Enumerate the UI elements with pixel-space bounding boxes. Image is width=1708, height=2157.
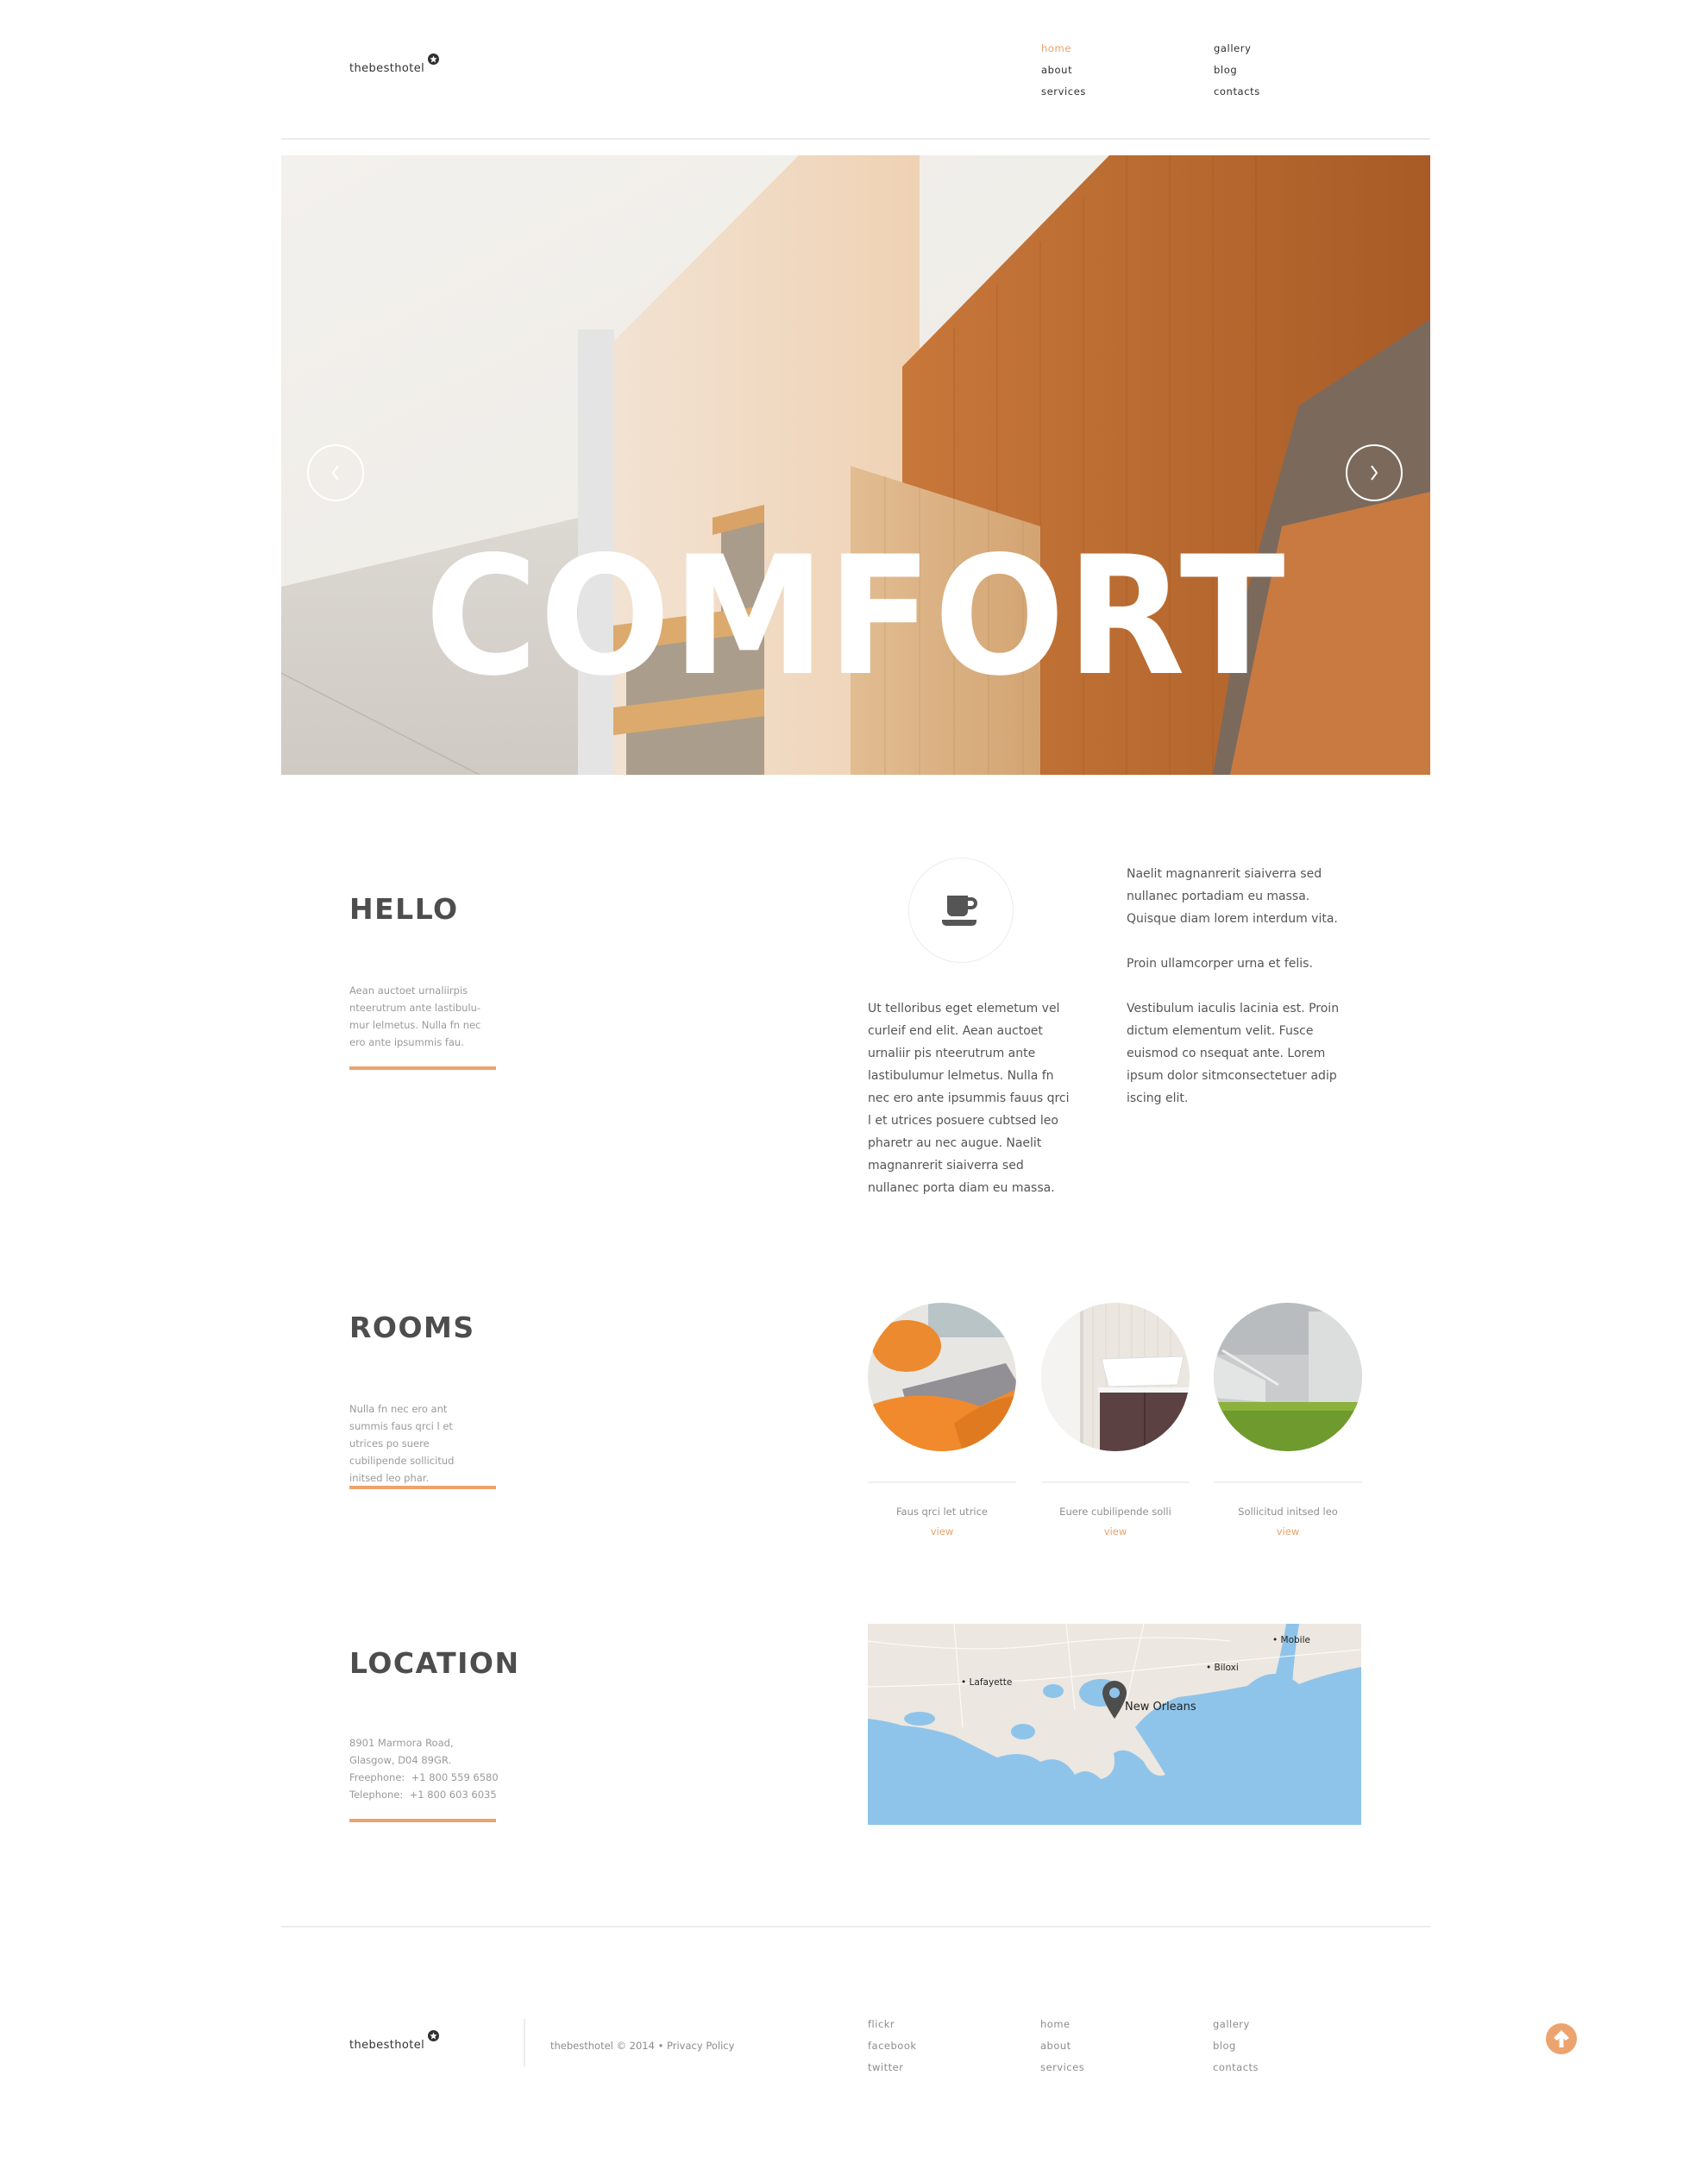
chevron-left-icon bbox=[331, 465, 339, 481]
location-map[interactable]: • Lafayette • Biloxi • Mobile New Orlean… bbox=[868, 1624, 1361, 1825]
room-view-link[interactable]: view bbox=[1214, 1525, 1362, 1538]
room-card: Sollicitud initsed leo view bbox=[1214, 1303, 1362, 1538]
room-divider bbox=[1041, 1481, 1190, 1483]
room-image-stairs[interactable] bbox=[1214, 1303, 1362, 1451]
room-divider bbox=[1214, 1481, 1362, 1483]
copyright-text: thebesthotel © 2014 • bbox=[550, 2040, 668, 2052]
footer-divider bbox=[281, 1926, 1430, 1927]
rooms-accent-bar bbox=[349, 1486, 496, 1489]
chevron-right-icon bbox=[1371, 465, 1378, 481]
nav-home[interactable]: home bbox=[1041, 42, 1071, 54]
coffee-cup-icon bbox=[942, 896, 977, 926]
site-logo[interactable]: thebesthotel bbox=[349, 53, 440, 75]
nav-services[interactable]: services bbox=[1041, 85, 1086, 97]
address-block: 8901 Marmora Road, Glasgow, D04 89GR. Fr… bbox=[349, 1734, 539, 1803]
footer-nav-gallery[interactable]: gallery bbox=[1213, 2018, 1250, 2030]
nav-blog[interactable]: blog bbox=[1214, 64, 1237, 76]
room-image-bathroom[interactable] bbox=[1041, 1303, 1190, 1451]
footer-nav-services[interactable]: services bbox=[1040, 2061, 1084, 2073]
room-card: Faus qrci let utrice view bbox=[868, 1303, 1016, 1538]
footer-vertical-divider bbox=[524, 2019, 525, 2066]
map-marker-label: New Orleans bbox=[1125, 1701, 1196, 1714]
footer-nav-blog[interactable]: blog bbox=[1213, 2040, 1236, 2052]
footer-nav-home[interactable]: home bbox=[1040, 2018, 1071, 2030]
room-divider bbox=[868, 1481, 1016, 1483]
map-city-label: • Mobile bbox=[1272, 1635, 1310, 1645]
location-accent-bar bbox=[349, 1819, 496, 1822]
hero-title: COMFORT bbox=[424, 521, 1287, 712]
room-card: Euere cubilipende solli view bbox=[1041, 1303, 1190, 1538]
coffee-icon-circle bbox=[908, 858, 1014, 963]
arrow-up-icon bbox=[1554, 2030, 1569, 2047]
hello-title: HELLO bbox=[349, 892, 459, 926]
nav-about[interactable]: about bbox=[1041, 64, 1072, 76]
footer-link-twitter[interactable]: twitter bbox=[868, 2061, 903, 2073]
room-caption: Faus qrci let utrice bbox=[895, 1506, 989, 1518]
map-city-label: • Lafayette bbox=[961, 1677, 1013, 1688]
room-view-link[interactable]: view bbox=[1041, 1525, 1190, 1538]
nav-gallery[interactable]: gallery bbox=[1214, 42, 1252, 54]
map-city-label: • Biloxi bbox=[1206, 1663, 1239, 1673]
hero-slider: COMFORT bbox=[281, 155, 1430, 775]
hello-column-2-para: Naelit magnanrerit siaiverra sed nullane… bbox=[1127, 867, 1338, 926]
hello-column-2: Naelit magnanrerit siaiverra sed nullane… bbox=[1127, 863, 1359, 1132]
map-pin-icon[interactable] bbox=[1102, 1681, 1127, 1719]
footer-nav-contacts[interactable]: contacts bbox=[1213, 2061, 1259, 2073]
nav-contacts[interactable]: contacts bbox=[1214, 85, 1260, 97]
logo-text: thebesthotel bbox=[349, 62, 425, 75]
footer-link-facebook[interactable]: facebook bbox=[868, 2040, 917, 2052]
hello-intro: Aean auctoet urnaliirpis nteerutrum ante… bbox=[349, 984, 481, 1048]
footer-nav-about[interactable]: about bbox=[1040, 2040, 1071, 2052]
star-badge-icon bbox=[428, 53, 440, 65]
location-title: LOCATION bbox=[349, 1646, 520, 1680]
footer-logo-text: thebesthotel bbox=[349, 2039, 425, 2052]
hello-column-2-para: Proin ullamcorper urna et felis. bbox=[1127, 957, 1313, 971]
room-view-link[interactable]: view bbox=[868, 1525, 1016, 1538]
rooms-title: ROOMS bbox=[349, 1311, 475, 1344]
address-line-2: Glasgow, D04 89GR. bbox=[349, 1754, 452, 1766]
star-badge-icon bbox=[428, 2030, 440, 2041]
copyright: thebesthotel © 2014 • Privacy Policy bbox=[550, 2040, 734, 2052]
telephone-label: Telephone: bbox=[349, 1789, 404, 1801]
hello-column-2-para: Vestibulum iaculis lacinia est. Proin di… bbox=[1127, 1002, 1340, 1105]
slider-prev-button[interactable] bbox=[307, 444, 364, 501]
hello-column-1: Ut telloribus eget elemetum vel curleif … bbox=[868, 1002, 1070, 1195]
freephone-number[interactable]: +1 800 559 6580 bbox=[411, 1771, 499, 1783]
address-line-1: 8901 Marmora Road, bbox=[349, 1737, 454, 1749]
hello-accent-bar bbox=[349, 1066, 496, 1070]
freephone-row: Freephone: +1 800 559 6580 bbox=[349, 1769, 539, 1786]
footer-logo[interactable]: thebesthotel bbox=[349, 2030, 440, 2052]
slider-next-button[interactable] bbox=[1346, 444, 1403, 501]
telephone-number[interactable]: +1 800 603 6035 bbox=[410, 1789, 497, 1801]
header-divider bbox=[281, 138, 1430, 140]
room-caption: Euere cubilipende solli bbox=[1059, 1506, 1171, 1518]
room-caption: Sollicitud initsed leo bbox=[1238, 1506, 1338, 1518]
map-graphic bbox=[868, 1624, 1361, 1825]
footer-link-flickr[interactable]: flickr bbox=[868, 2018, 895, 2030]
rooms-intro: Nulla fn nec ero ant summis faus qrci l … bbox=[349, 1403, 455, 1484]
telephone-row: Telephone: +1 800 603 6035 bbox=[349, 1786, 539, 1803]
room-image-lounge[interactable] bbox=[868, 1303, 1016, 1451]
back-to-top-button[interactable] bbox=[1546, 2023, 1577, 2054]
privacy-policy-link[interactable]: Privacy Policy bbox=[667, 2040, 734, 2052]
freephone-label: Freephone: bbox=[349, 1771, 405, 1783]
